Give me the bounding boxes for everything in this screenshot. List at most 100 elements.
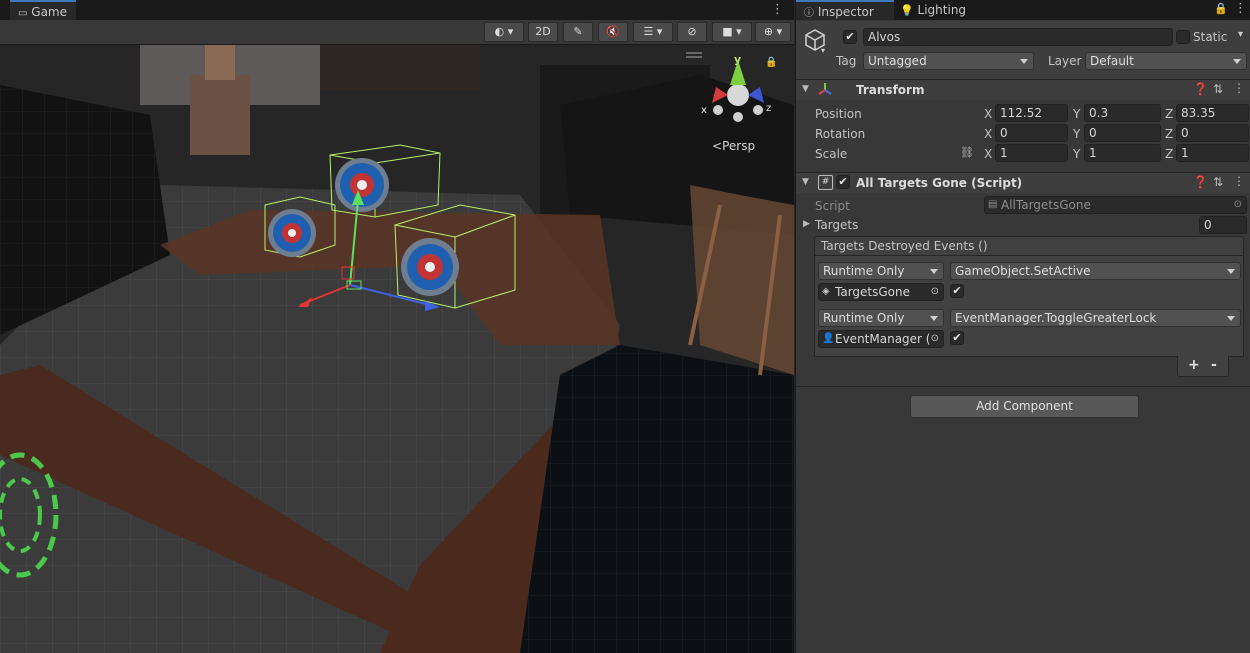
scale-x-field[interactable]: 1	[995, 144, 1068, 162]
position-y-field[interactable]: 0.3	[1084, 104, 1161, 122]
gizmos-dropdown[interactable]: ⊕ ▾	[755, 22, 791, 42]
add-component-button[interactable]: Add Component	[910, 395, 1139, 418]
tab-inspector[interactable]: ⓘ Inspector	[796, 0, 894, 20]
audio-toggle-button[interactable]: 🔇	[598, 22, 628, 42]
camera-settings-dropdown[interactable]: ■ ▾	[712, 22, 752, 42]
preset-icon[interactable]: ⇅	[1213, 82, 1223, 96]
gizmo-axis-z: z	[766, 103, 772, 114]
rotation-label: Rotation	[815, 127, 866, 141]
event-target-object-field[interactable]: 👤 EventManager ( ⊙	[818, 330, 944, 348]
transform-header[interactable]: ▼ Transform ❓ ⇅ ⋮	[796, 79, 1250, 100]
script-icon: #	[818, 175, 833, 190]
scale-x-label: X	[984, 147, 993, 161]
position-x-field[interactable]: 112.52	[995, 104, 1068, 122]
effects-dropdown[interactable]: ☰ ▾	[633, 22, 673, 42]
collapse-arrow-icon[interactable]: ▼	[802, 84, 809, 94]
event-target-object-value: EventManager (	[835, 332, 931, 346]
shading-mode-dropdown[interactable]: ◐ ▾	[484, 22, 524, 42]
scale-z-field[interactable]: 1	[1176, 144, 1249, 162]
help-icon[interactable]: ❓	[1193, 82, 1208, 96]
event-function-dropdown[interactable]: EventManager.ToggleGreaterLock	[950, 309, 1241, 327]
icon-dropdown-arrow[interactable]: ▾	[821, 46, 825, 55]
remove-event-button[interactable]: -	[1211, 357, 1217, 373]
transform-icon	[818, 81, 832, 100]
more-options-icon[interactable]: ⋮	[1234, 1, 1247, 16]
rotation-x-field[interactable]: 0	[995, 124, 1068, 142]
info-icon: ⓘ	[804, 8, 814, 19]
position-label: Position	[815, 107, 862, 121]
rotation-y-field[interactable]: 0	[1084, 124, 1161, 142]
audio-mute-icon: 🔇	[606, 25, 620, 38]
event-runtime-dropdown[interactable]: Runtime Only	[818, 309, 944, 327]
event-target-object-field[interactable]: ◈ TargetsGone ⊙	[818, 283, 944, 301]
object-picker-icon[interactable]: ⊙	[931, 284, 939, 300]
gizmo-axis-y: y	[734, 53, 742, 66]
script-label: Script	[815, 199, 850, 213]
lock-icon[interactable]: 🔒	[765, 57, 777, 68]
scene-toolbar: ◐ ▾ 2D ✎ 🔇 ☰ ▾ ⊘ ■ ▾ ⊕ ▾	[0, 20, 794, 45]
scene-render	[0, 45, 794, 653]
event-runtime-dropdown[interactable]: Runtime Only	[818, 262, 944, 280]
gamepad-icon: ▭	[18, 8, 28, 19]
object-picker-icon[interactable]: ⊙	[1234, 197, 1242, 213]
help-icon[interactable]: ❓	[1193, 175, 1208, 189]
lock-icon[interactable]: 🔒	[1214, 2, 1228, 15]
lighting-toggle-button[interactable]: ✎	[563, 22, 593, 42]
object-name-field[interactable]: Alvos	[863, 28, 1173, 46]
persp-arrow-icon: <	[712, 139, 723, 153]
script-value: AllTargetsGone	[1001, 198, 1091, 212]
gizmo-axis-x: x	[701, 105, 707, 116]
event-runtime-value: Runtime Only	[823, 264, 905, 278]
script-component-header[interactable]: ▼ # ✔ All Targets Gone (Script) ❓ ⇅ ⋮	[796, 172, 1250, 193]
event-header: Targets Destroyed Events ()	[814, 236, 1244, 256]
position-y-label: Y	[1073, 107, 1081, 121]
component-separator	[796, 386, 1250, 387]
tag-value: Untagged	[868, 54, 927, 68]
targets-size-field[interactable]: 0	[1199, 216, 1247, 234]
effects-icon: ☰	[643, 25, 654, 38]
component-menu-icon[interactable]: ⋮	[1233, 81, 1245, 95]
script-field[interactable]: ▤ AllTargetsGone ⊙	[984, 196, 1247, 214]
tab-lighting[interactable]: 💡 Lighting	[896, 0, 986, 20]
tab-game-label: Game	[31, 5, 68, 19]
event-runtime-value: Runtime Only	[823, 311, 905, 325]
hidden-objects-button[interactable]: ⊘	[677, 22, 707, 42]
object-picker-icon[interactable]: ⊙	[931, 331, 939, 347]
scale-y-field[interactable]: 1	[1084, 144, 1161, 162]
script-enabled-checkbox[interactable]: ✔	[836, 175, 850, 189]
layer-dropdown[interactable]: Default	[1085, 52, 1247, 70]
globe-icon: ⊕	[763, 25, 774, 38]
collapse-arrow-icon[interactable]: ▼	[802, 177, 809, 187]
rotation-y-label: Y	[1073, 127, 1081, 141]
event-bool-checkbox[interactable]: ✔	[950, 284, 964, 298]
event-target-object-value: TargetsGone	[835, 285, 911, 299]
position-x-label: X	[984, 107, 993, 121]
toggle-2d-button[interactable]: 2D	[528, 22, 558, 42]
scene-viewport[interactable]: y x z 🔒 <Persp	[0, 45, 794, 653]
rotation-z-field[interactable]: 0	[1176, 124, 1249, 142]
event-add-remove-box: + -	[1177, 356, 1229, 377]
persp-label: Persp	[722, 139, 756, 153]
event-function-dropdown[interactable]: GameObject.SetActive	[950, 262, 1241, 280]
camera-icon: ■	[722, 25, 733, 38]
perspective-toggle[interactable]: <Persp	[712, 139, 755, 153]
gameobject-icon: ◈	[822, 286, 830, 297]
static-dropdown-arrow[interactable]: ▾	[1238, 29, 1243, 40]
event-function-value: EventManager.ToggleGreaterLock	[955, 311, 1157, 325]
position-z-field[interactable]: 83.35	[1176, 104, 1249, 122]
layer-value: Default	[1090, 54, 1134, 68]
inspector-panel: ⓘ Inspector 💡 Lighting 🔒 ⋮ ▾ ✔ Alvos Sta…	[795, 0, 1250, 653]
add-event-button[interactable]: +	[1188, 357, 1200, 373]
active-checkbox[interactable]: ✔	[843, 30, 857, 44]
preset-icon[interactable]: ⇅	[1213, 175, 1223, 189]
static-checkbox[interactable]	[1176, 30, 1190, 44]
event-bool-checkbox[interactable]: ✔	[950, 331, 964, 345]
tab-game[interactable]: ▭ Game	[10, 0, 76, 20]
constrain-proportions-icon[interactable]: ⛓	[960, 146, 974, 159]
more-options-icon[interactable]: ⋮	[771, 2, 784, 17]
tag-dropdown[interactable]: Untagged	[863, 52, 1034, 70]
lightbulb-icon: 💡	[900, 4, 914, 17]
expand-arrow-icon[interactable]: ▶	[803, 219, 810, 229]
component-menu-icon[interactable]: ⋮	[1233, 174, 1245, 188]
eye-slash-icon: ⊘	[687, 25, 697, 38]
